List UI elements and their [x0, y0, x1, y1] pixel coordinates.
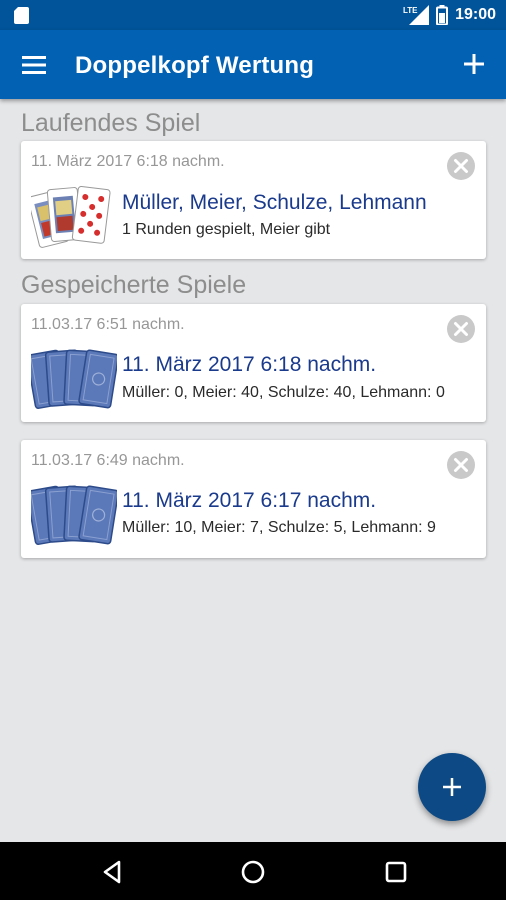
network-type: LTE [403, 6, 418, 15]
back-icon[interactable] [98, 858, 126, 886]
running-game-card[interactable]: 11. März 2017 6:18 nachm. Müller, Meier,… [21, 141, 486, 259]
app-bar: Doppelkopf Wertung [0, 30, 506, 99]
close-icon[interactable] [446, 151, 476, 181]
saved-game-card[interactable]: 11.03.17 6:49 nachm. 11. März 2017 6:17 … [21, 440, 486, 558]
game-scores: Müller: 10, Meier: 7, Schulze: 5, Lehman… [122, 519, 436, 536]
playing-cards-face-icon [31, 185, 111, 248]
game-date: 11. März 2017 6:18 nachm. [31, 153, 225, 170]
fab-add-button[interactable] [418, 753, 486, 821]
section-title-saved: Gespeicherte Spiele [21, 271, 247, 299]
game-date: 11.03.17 6:49 nachm. [31, 452, 185, 469]
game-title: 11. März 2017 6:18 nachm. [122, 353, 377, 376]
section-title-running: Laufendes Spiel [21, 109, 201, 137]
sd-card-icon [14, 7, 29, 24]
game-scores: Müller: 0, Meier: 40, Schulze: 40, Lehma… [122, 384, 445, 401]
saved-game-card[interactable]: 11.03.17 6:51 nachm. 11. März 2017 6:18 … [21, 304, 486, 422]
game-info: 1 Runden gespielt, Meier gibt [122, 221, 331, 238]
game-title: 11. März 2017 6:17 nachm. [122, 489, 377, 512]
recents-icon[interactable] [382, 858, 410, 886]
card-backs-icon [31, 485, 117, 545]
home-icon[interactable] [239, 858, 267, 886]
add-icon[interactable] [458, 48, 490, 80]
battery-icon [436, 5, 449, 25]
game-date: 11.03.17 6:51 nachm. [31, 316, 185, 333]
navigation-bar [0, 842, 506, 900]
close-icon[interactable] [446, 450, 476, 480]
app-title: Doppelkopf Wertung [75, 52, 315, 79]
menu-icon[interactable] [20, 52, 48, 78]
game-players: Müller, Meier, Schulze, Lehmann [122, 191, 427, 214]
close-icon[interactable] [446, 314, 476, 344]
status-time: 19:00 [455, 6, 496, 23]
status-bar: LTE 19:00 [0, 0, 506, 30]
card-backs-icon [31, 349, 117, 409]
lte-signal-icon: LTE [403, 5, 430, 25]
add-icon [443, 778, 461, 796]
